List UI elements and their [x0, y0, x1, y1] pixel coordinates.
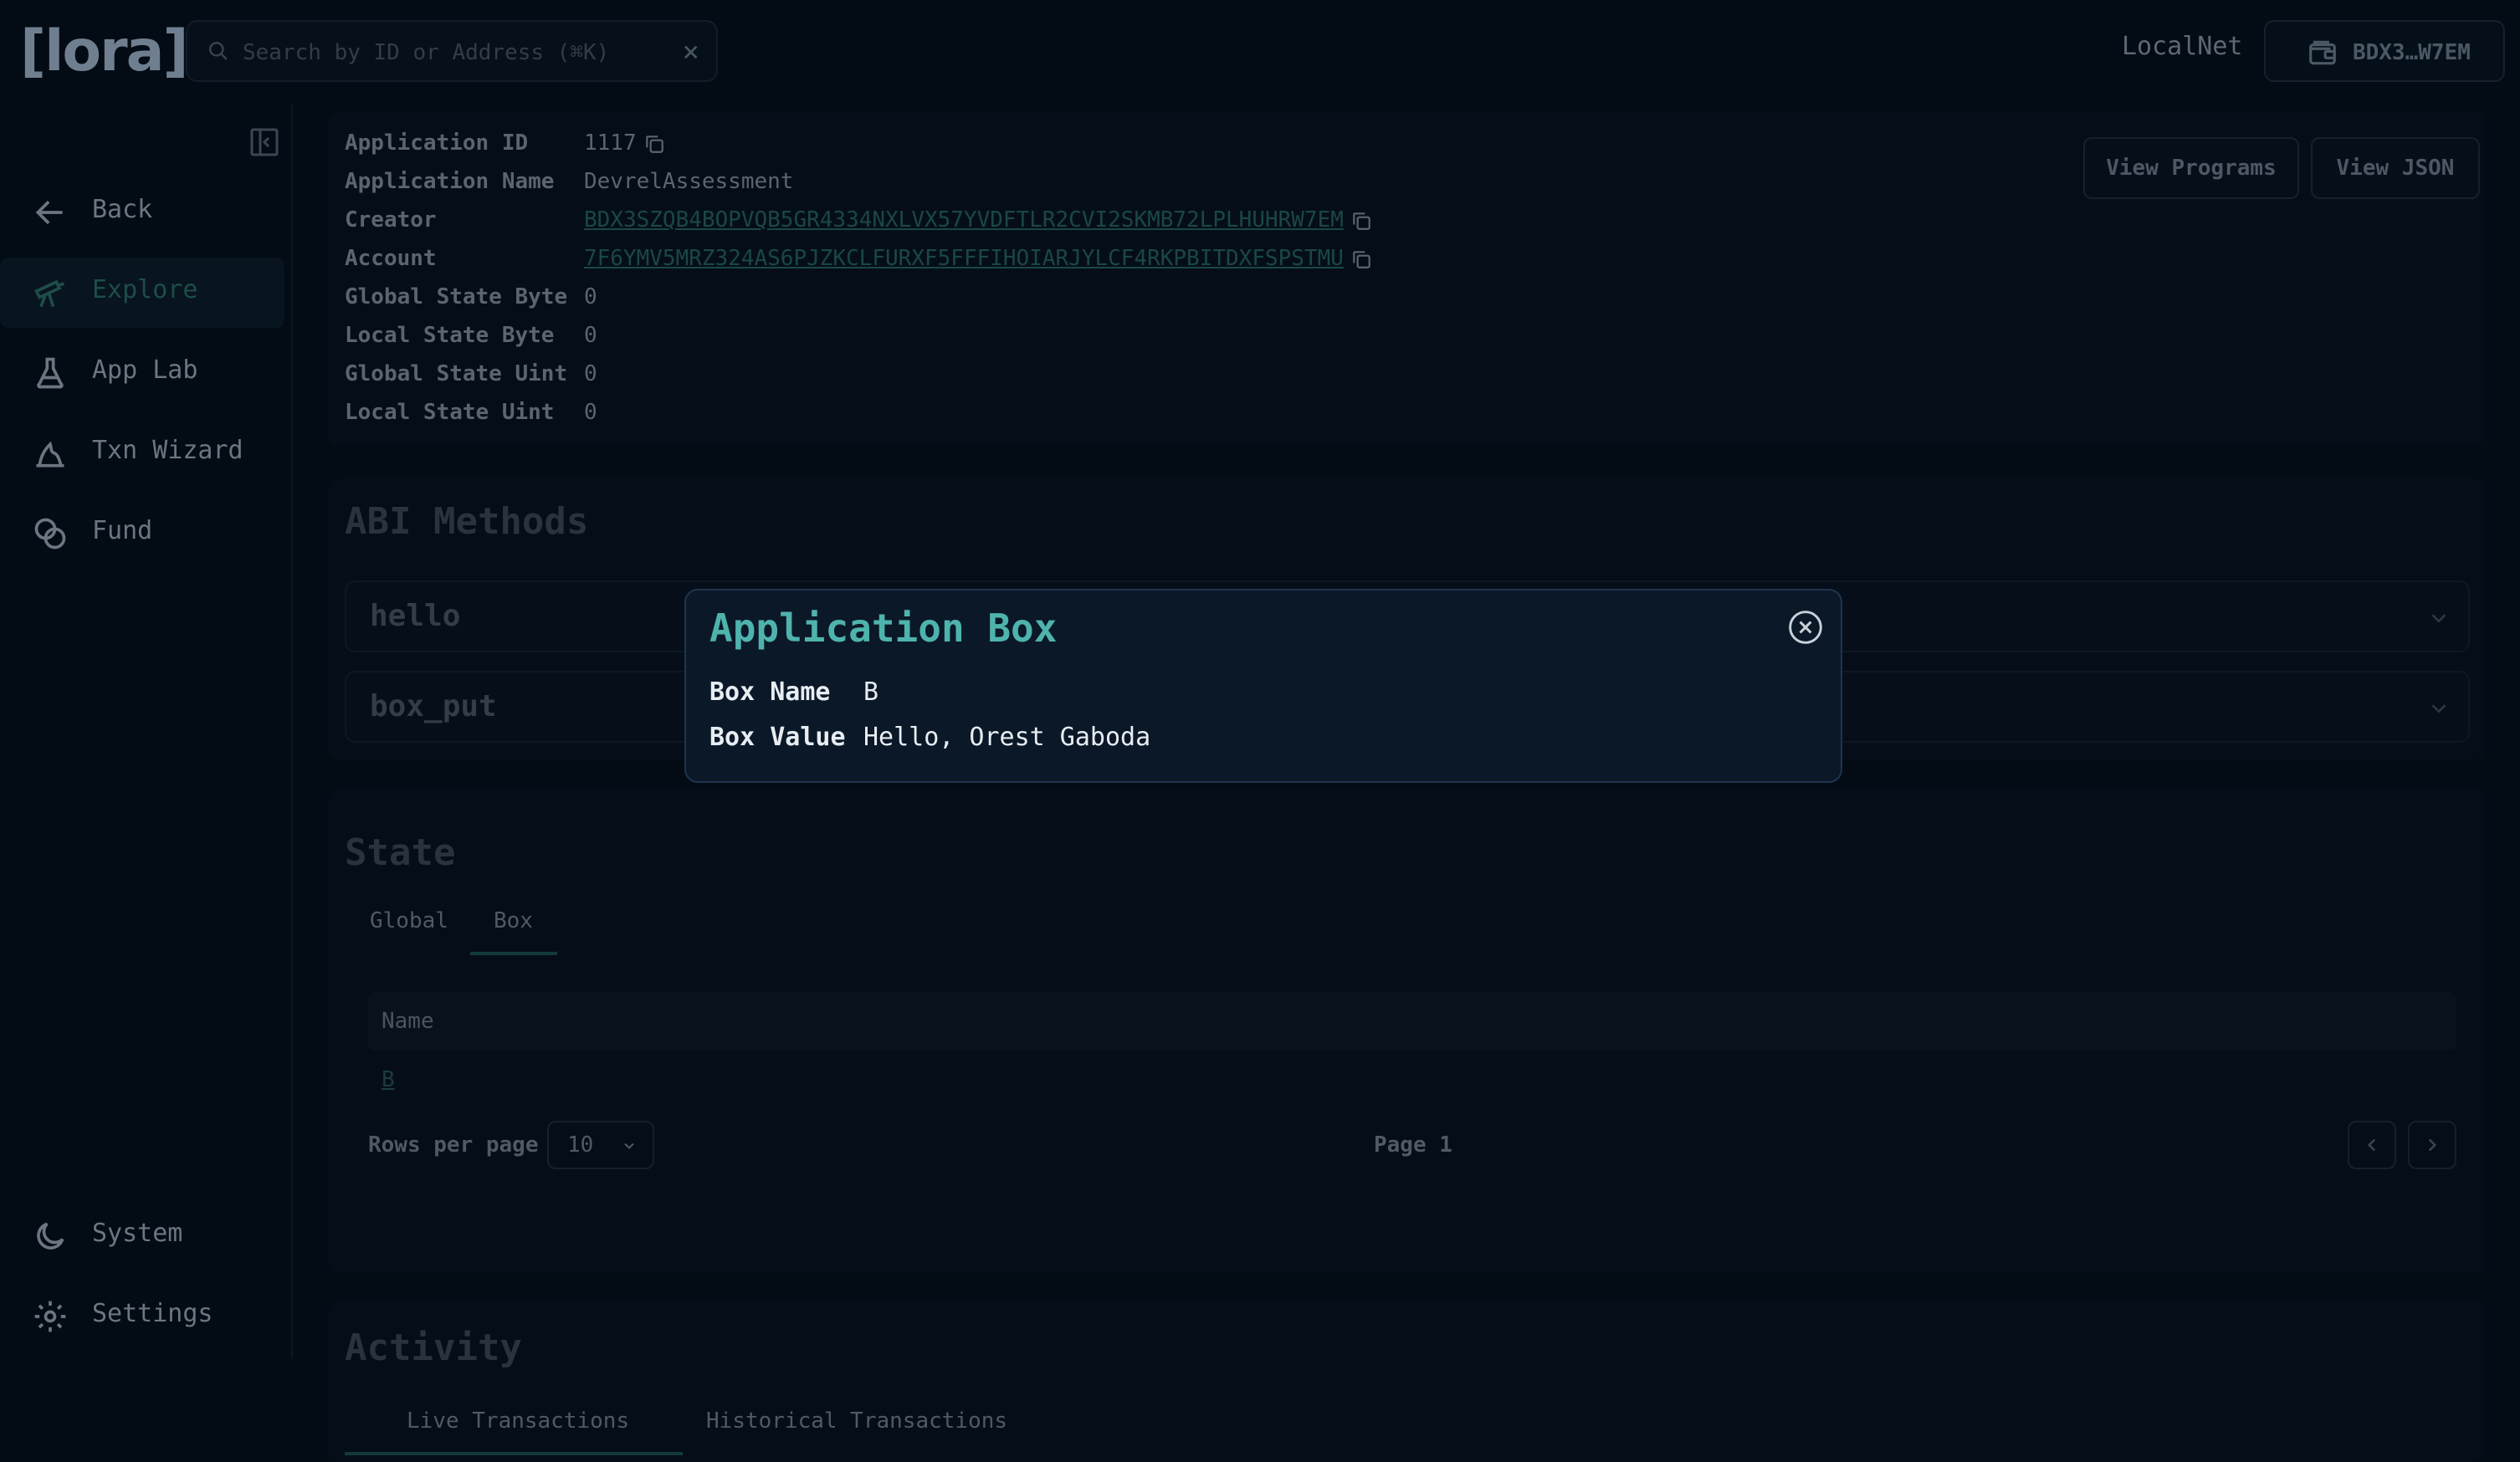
tab-live-transactions[interactable]: Live Transactions	[407, 1408, 629, 1434]
box-name-value: B	[863, 677, 879, 707]
box-value-value: Hello, Orest Gaboda	[863, 723, 1151, 752]
application-box-dialog: Application Box Box Name B Box Value Hel…	[684, 589, 1842, 783]
tab-historical-transactions[interactable]: Historical Transactions	[706, 1408, 1007, 1434]
box-value-label: Box Value	[709, 723, 846, 752]
close-icon[interactable]	[1787, 609, 1824, 646]
box-name-label: Box Name	[709, 677, 831, 707]
dialog-title: Application Box	[709, 606, 1058, 651]
active-tab-indicator	[345, 1452, 683, 1455]
